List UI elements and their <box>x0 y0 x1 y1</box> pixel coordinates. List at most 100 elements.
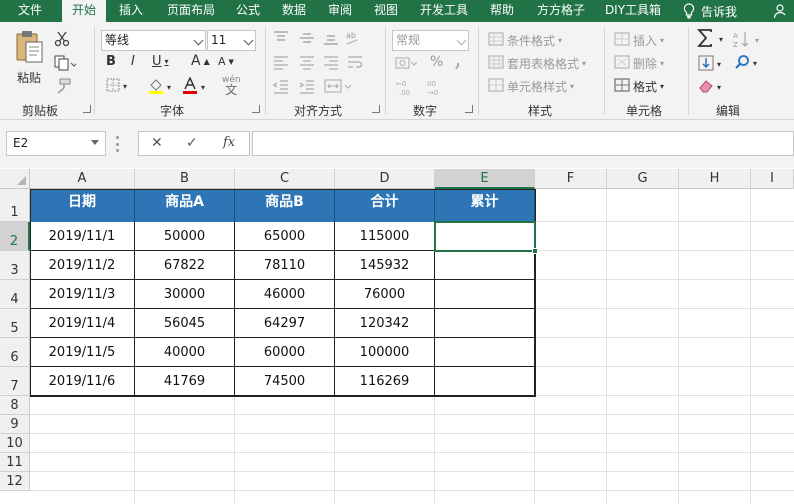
grow-font-button[interactable]: A ▲ <box>191 53 210 69</box>
insert-cells-button[interactable]: 插入 ▾ <box>614 32 664 49</box>
autosum-button[interactable]: ▾ <box>696 28 723 51</box>
table-cell[interactable]: 60000 <box>235 338 335 367</box>
shrink-font-button[interactable]: A ▼ <box>218 55 234 68</box>
align-left-button[interactable] <box>272 54 290 73</box>
table-cell[interactable]: 2019/11/5 <box>30 338 135 367</box>
merge-center-button[interactable] <box>324 78 352 97</box>
borders-button[interactable]: ▾ <box>106 78 127 95</box>
increase-decimal-button[interactable]: ←0.00 <box>395 78 417 99</box>
row-header-7[interactable]: 7 <box>0 367 30 396</box>
table-cell[interactable]: 100000 <box>335 338 435 367</box>
table-cell[interactable]: 115000 <box>335 222 435 251</box>
increase-indent-button[interactable] <box>298 78 316 97</box>
table-cell[interactable]: 40000 <box>135 338 235 367</box>
table-cell[interactable]: 41769 <box>135 367 235 396</box>
row-header-4[interactable]: 4 <box>0 280 30 309</box>
table-cell[interactable]: 56045 <box>135 309 235 338</box>
table-header-cell[interactable]: 商品B <box>235 189 335 222</box>
tab-view[interactable]: 视图 <box>366 0 406 22</box>
fill-color-button[interactable]: ▾ <box>148 78 171 97</box>
clipboard-launcher-icon[interactable] <box>83 105 91 113</box>
row-header-2[interactable]: 2 <box>0 222 30 251</box>
format-as-table-button[interactable]: 套用表格格式 ▾ <box>488 55 586 72</box>
column-header-c[interactable]: C <box>235 169 335 189</box>
clear-button[interactable]: ▾ <box>698 79 721 96</box>
table-cell[interactable]: 120342 <box>335 309 435 338</box>
table-cell[interactable]: 76000 <box>335 280 435 309</box>
share-person-icon[interactable] <box>773 3 789 19</box>
align-center-button[interactable] <box>298 54 316 73</box>
tab-review[interactable]: 审阅 <box>320 0 360 22</box>
font-size-combo[interactable]: 11 <box>207 30 256 51</box>
selected-cell-e2[interactable] <box>434 221 536 252</box>
conditional-format-button[interactable]: 条件格式 ▾ <box>488 32 562 49</box>
column-header-g[interactable]: G <box>607 169 679 189</box>
table-cell[interactable] <box>435 309 535 338</box>
font-name-combo[interactable]: 等线 <box>101 30 206 51</box>
accounting-format-button[interactable] <box>395 55 418 74</box>
align-right-button[interactable] <box>322 54 340 73</box>
format-painter-button[interactable] <box>54 78 72 97</box>
column-header-a[interactable]: A <box>30 169 135 189</box>
table-cell[interactable] <box>435 338 535 367</box>
orientation-button[interactable]: ab <box>344 29 362 50</box>
fill-handle[interactable] <box>532 248 538 254</box>
table-cell[interactable]: 116269 <box>335 367 435 396</box>
delete-cells-button[interactable]: 删除 ▾ <box>614 55 664 72</box>
tab-developer[interactable]: 开发工具 <box>414 0 474 22</box>
row-header-9[interactable]: 9 <box>0 415 30 434</box>
cancel-button[interactable]: ✕ <box>151 135 163 151</box>
table-cell[interactable]: 46000 <box>235 280 335 309</box>
phonetic-button[interactable]: wén 文 <box>222 75 241 96</box>
table-cell[interactable] <box>435 280 535 309</box>
name-box[interactable]: E2 <box>6 131 106 156</box>
worksheet-grid[interactable]: A B C D E F G H I 1 2 3 4 5 6 7 8 9 10 11 12 日期 商品A 商品B 合计 累计 2019… <box>0 169 794 504</box>
enter-button[interactable]: ✓ <box>186 135 198 151</box>
fill-button[interactable]: ▾ <box>698 55 721 74</box>
percent-button[interactable]: % <box>430 54 443 70</box>
formula-bar-grip[interactable] <box>116 136 120 152</box>
underline-button[interactable]: U ▾ <box>152 54 169 69</box>
decrease-decimal-button[interactable]: .00 →0 <box>424 78 446 99</box>
align-top-button[interactable] <box>272 30 290 49</box>
table-header-cell[interactable]: 商品A <box>135 189 235 222</box>
table-cell[interactable]: 145932 <box>335 251 435 280</box>
align-middle-button[interactable] <box>298 30 316 49</box>
copy-button[interactable] <box>54 55 78 74</box>
tab-insert[interactable]: 插入 <box>110 0 152 22</box>
font-launcher-icon[interactable] <box>252 105 260 113</box>
number-launcher-icon[interactable] <box>465 105 473 113</box>
align-launcher-icon[interactable] <box>372 105 380 113</box>
column-header-h[interactable]: H <box>679 169 751 189</box>
table-cell[interactable]: 2019/11/6 <box>30 367 135 396</box>
row-header-11[interactable]: 11 <box>0 453 30 472</box>
cell-styles-button[interactable]: 单元格样式 ▾ <box>488 78 574 95</box>
insert-function-button[interactable]: fx <box>223 135 235 150</box>
column-header-e[interactable]: E <box>435 169 535 189</box>
table-header-cell[interactable]: 累计 <box>435 189 535 222</box>
wrap-text-button[interactable] <box>346 54 364 73</box>
number-format-combo[interactable]: 常规 <box>392 30 469 51</box>
tab-fangfang[interactable]: 方方格子 <box>530 0 592 22</box>
paste-button[interactable]: 粘贴 <box>14 30 44 86</box>
row-header-5[interactable]: 5 <box>0 309 30 338</box>
tab-home[interactable]: 开始 <box>62 0 106 24</box>
table-cell[interactable]: 2019/11/4 <box>30 309 135 338</box>
italic-button[interactable]: I <box>131 54 135 69</box>
table-cell[interactable]: 30000 <box>135 280 235 309</box>
format-cells-button[interactable]: 格式 ▾ <box>614 78 664 95</box>
tell-me-box[interactable]: 告诉我 <box>683 0 737 22</box>
tab-diy-toolbox[interactable]: DIY工具箱 <box>600 0 666 22</box>
table-cell[interactable]: 74500 <box>235 367 335 396</box>
row-header-6[interactable]: 6 <box>0 338 30 367</box>
column-header-f[interactable]: F <box>535 169 607 189</box>
tab-help[interactable]: 帮助 <box>482 0 522 22</box>
column-header-i[interactable]: I <box>751 169 794 189</box>
table-cell[interactable]: 2019/11/2 <box>30 251 135 280</box>
tab-formulas[interactable]: 公式 <box>228 0 268 22</box>
table-cell[interactable] <box>435 367 535 396</box>
table-cell[interactable]: 2019/11/1 <box>30 222 135 251</box>
table-header-cell[interactable]: 合计 <box>335 189 435 222</box>
font-color-button[interactable]: ▾ <box>182 76 205 98</box>
table-cell[interactable]: 2019/11/3 <box>30 280 135 309</box>
